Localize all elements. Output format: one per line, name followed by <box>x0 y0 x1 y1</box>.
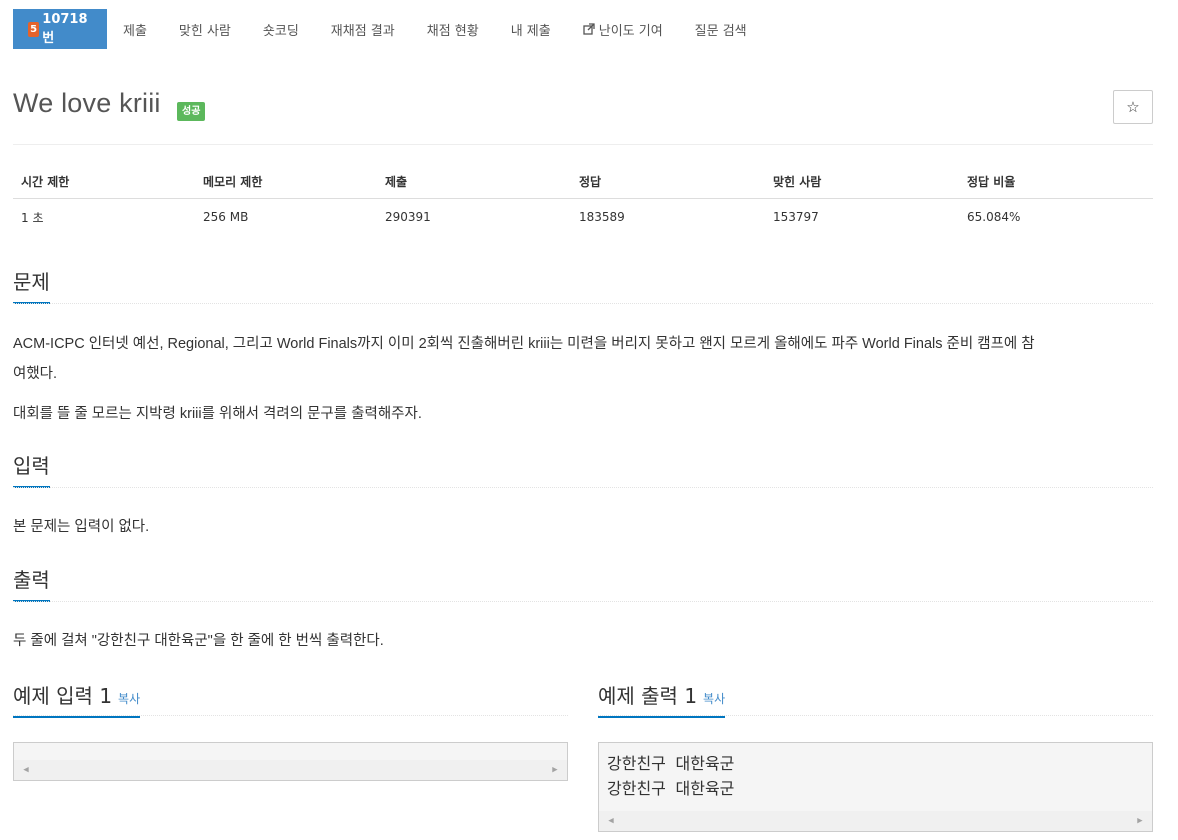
sample-input-heading: 예제 입력 1 복사 <box>13 680 141 718</box>
value-accepted: 183589 <box>579 210 625 224</box>
section-rule <box>13 601 1153 602</box>
problem-section: 문제 <box>13 266 1153 304</box>
tier-icon: 5 <box>28 21 40 37</box>
output-section: 출력 <box>13 564 1153 602</box>
problem-tab-bar: 5 10718번 제출 맞힌 사람 숏코딩 재채점 결과 채점 현황 내 제출 … <box>13 9 763 49</box>
value-submissions: 290391 <box>385 210 431 224</box>
tab-status[interactable]: 채점 현황 <box>411 9 495 49</box>
problem-text-2: 대회를 뜰 줄 모르는 지박령 kriii를 위해서 격려의 문구를 출력해주자… <box>13 406 422 422</box>
value-time-limit: 1 초 <box>21 210 44 225</box>
value-memory-limit: 256 MB <box>203 210 249 224</box>
section-rule <box>13 487 1153 488</box>
sample-output-scrollbar[interactable]: ◀ ▶ <box>599 811 1152 831</box>
success-badge: 성공 <box>177 102 206 121</box>
problem-description: ACM-ICPC 인터넷 예선, Regional, 그리고 World Fin… <box>13 329 1153 389</box>
copy-sample-input-button[interactable]: 복사 <box>118 692 140 706</box>
star-icon: ☆ <box>1126 98 1140 116</box>
header-solved-users: 맞힌 사람 <box>773 174 822 189</box>
value-accept-ratio: 65.084% <box>967 210 1021 224</box>
sample-input-box[interactable]: ◀ ▶ <box>13 742 568 781</box>
tab-difficulty-contribution[interactable]: 난이도 기여 <box>567 9 679 49</box>
tab-problem[interactable]: 5 10718번 <box>13 9 107 49</box>
info-header-row: 시간 제한 메모리 제한 제출 정답 맞힌 사람 정답 비율 <box>13 164 1153 199</box>
input-section: 입력 <box>13 450 1153 488</box>
problem-info-table: 시간 제한 메모리 제한 제출 정답 맞힌 사람 정답 비율 1 초 256 M… <box>13 164 1153 235</box>
section-rule <box>13 715 568 716</box>
header-time-limit: 시간 제한 <box>21 174 70 189</box>
output-heading: 출력 <box>13 564 50 602</box>
header-accepted: 정답 <box>579 174 602 189</box>
sample-output-section: 예제 출력 1 복사 <box>598 680 1153 718</box>
problem-heading: 문제 <box>13 266 50 304</box>
input-description: 본 문제는 입력이 없다. <box>13 519 150 535</box>
title-divider <box>13 144 1153 145</box>
copy-sample-output-button[interactable]: 복사 <box>703 692 725 706</box>
sample-input-text <box>14 743 567 751</box>
problem-title: We love kriii <box>13 88 161 118</box>
tab-short-coding[interactable]: 숏코딩 <box>247 9 315 49</box>
tab-submit[interactable]: 제출 <box>107 9 163 49</box>
scroll-left-icon[interactable]: ◀ <box>18 760 34 780</box>
scroll-right-icon[interactable]: ▶ <box>547 760 563 780</box>
sample-output-text: 강한친구 대한육군 강한친구 대한육군 <box>607 754 735 798</box>
tab-difficulty-label: 난이도 기여 <box>598 23 663 39</box>
sample-input-section: 예제 입력 1 복사 <box>13 680 568 718</box>
header-submissions: 제출 <box>385 174 408 189</box>
favorite-star-button[interactable]: ☆ <box>1113 90 1153 124</box>
header-memory-limit: 메모리 제한 <box>203 174 263 189</box>
problem-text-line-2: 여했다. <box>13 366 58 382</box>
problem-text-line-1: ACM-ICPC 인터넷 예선, Regional, 그리고 World Fin… <box>13 336 1035 352</box>
section-rule <box>598 715 1153 716</box>
tab-rejudge-results[interactable]: 재채점 결과 <box>315 9 411 49</box>
tab-question-search[interactable]: 질문 검색 <box>679 9 763 49</box>
external-link-icon <box>583 23 595 35</box>
sample-output-box[interactable]: 강한친구 대한육군 강한친구 대한육군 ◀ ▶ <box>598 742 1153 832</box>
sample-input-scrollbar[interactable]: ◀ ▶ <box>14 760 567 780</box>
section-rule <box>13 303 1153 304</box>
sample-input-title: 예제 입력 1 <box>13 684 113 708</box>
info-value-row: 1 초 256 MB 290391 183589 153797 65.084% <box>13 199 1153 235</box>
scroll-left-icon[interactable]: ◀ <box>603 811 619 831</box>
header-accept-ratio: 정답 비율 <box>967 174 1016 189</box>
problem-title-row: We love kriii 성공 ☆ <box>13 88 1153 130</box>
tab-problem-label: 10718번 <box>42 12 88 46</box>
input-heading: 입력 <box>13 450 50 488</box>
sample-output-title: 예제 출력 1 <box>598 684 698 708</box>
scroll-right-icon[interactable]: ▶ <box>1132 811 1148 831</box>
tab-my-submissions[interactable]: 내 제출 <box>495 9 567 49</box>
output-description: 두 줄에 걸쳐 "강한친구 대한육군"을 한 줄에 한 번씩 출력한다. <box>13 633 384 649</box>
value-solved-users: 153797 <box>773 210 819 224</box>
tab-solved-users[interactable]: 맞힌 사람 <box>163 9 247 49</box>
sample-output-heading: 예제 출력 1 복사 <box>598 680 726 718</box>
